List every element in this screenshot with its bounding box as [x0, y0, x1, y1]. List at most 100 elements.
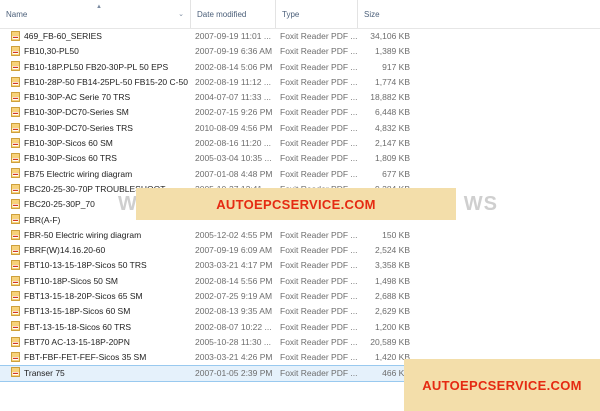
file-row[interactable]: FB10,30-PL50 2007-09-19 6:36 AM Foxit Read…: [0, 44, 600, 59]
file-type: Foxit Reader PDF ...: [280, 153, 358, 164]
file-row[interactable]: FBT13-15-18P-Sicos 60 SM 2002-08-13 9:35 …: [0, 304, 600, 319]
file-size: 2,524 KB: [375, 245, 410, 256]
column-name-label: Name: [6, 10, 28, 19]
pdf-file-icon: [11, 245, 20, 255]
file-size: 2,147 KB: [375, 138, 410, 149]
file-row[interactable]: FBT70 AC-13-15-18P-20PN 2005-10-28 11:30 …: [0, 335, 600, 350]
file-date: 2002-08-14 5:06 PM: [195, 61, 273, 72]
pdf-file-icon: [11, 46, 20, 56]
file-name: FB75 Electric wiring diagram: [24, 168, 133, 179]
pdf-file-icon: [11, 107, 20, 118]
file-row[interactable]: FBT13-15-18-20P-Sicos 65 SM 2002-07-25 9:…: [0, 289, 600, 304]
file-row[interactable]: FB10-18P.PL50 FB20-30P-PL 50 EPS 2002-08-…: [0, 60, 600, 75]
file-name-cell: FB10-30P-Sicos 60 TRS: [11, 151, 189, 166]
file-size: 1,420 KB: [375, 352, 410, 363]
file-name: FB10-28P-50 FB14-25PL-50 FB15-20 C-50 ..…: [24, 76, 189, 87]
file-name-cell: FB75 Electric wiring diagram: [11, 167, 189, 182]
chevron-down-icon[interactable]: ⌄: [178, 0, 184, 30]
pdf-file-icon: [11, 137, 20, 148]
file-name-cell: FB10-30P-DC70-Series TRS: [11, 121, 189, 136]
file-name-cell: FBT-13-15-18-Sicos 60 TRS: [11, 320, 189, 335]
file-type: Foxit Reader PDF ...: [280, 107, 358, 118]
file-row[interactable]: FB10-30P-Sicos 60 TRS 2005-03-04 10:35 ..…: [0, 151, 600, 166]
file-date: 2002-07-25 9:19 AM: [195, 291, 273, 302]
file-type: Foxit Reader PDF ...: [280, 92, 358, 103]
file-row[interactable]: FBR-50 Electric wiring diagram 2005-12-02…: [0, 228, 600, 243]
file-date: 2002-08-14 5:56 PM: [195, 275, 273, 286]
file-type: Foxit Reader PDF ...: [280, 46, 358, 57]
file-name: FB10-18P.PL50 FB20-30P-PL 50 EPS: [24, 61, 169, 72]
pdf-file-icon: [11, 122, 20, 133]
file-date: 2003-03-21 4:17 PM: [195, 260, 273, 271]
file-date: 2007-09-19 11:01 ...: [195, 31, 271, 41]
file-size: 1,200 KB: [375, 321, 410, 332]
file-date: 2002-08-19 11:12 ...: [195, 76, 271, 87]
file-type: Foxit Reader PDF ...: [280, 321, 358, 332]
file-row[interactable]: FB75 Electric wiring diagram 2007-01-08 4…: [0, 167, 600, 182]
file-type: Foxit Reader PDF ...: [280, 245, 358, 256]
file-name: FB10-30P-DC70-Series SM: [24, 107, 129, 118]
pdf-file-icon: [11, 168, 20, 179]
file-row[interactable]: FB10-30P-DC70-Series SM 2002-07-15 9:26 P…: [0, 105, 600, 120]
file-name: FBT10-18P-Sicos 50 SM: [24, 275, 119, 286]
file-type: Foxit Reader PDF ...: [280, 76, 358, 87]
file-size: 150 KB: [382, 229, 410, 240]
file-size: 1,498 KB: [375, 275, 410, 286]
file-size: 18,882 KB: [370, 92, 410, 103]
column-header-name[interactable]: Name ▲ ⌄: [0, 0, 190, 28]
file-row[interactable]: FBT-13-15-18-Sicos 60 TRS 2002-08-07 10:2…: [0, 320, 600, 335]
pdf-file-icon: [11, 275, 20, 286]
file-row[interactable]: FBT10-13-15-18P-Sicos 50 TRS 2003-03-21 4…: [0, 258, 600, 273]
column-header-type[interactable]: Type: [275, 0, 357, 28]
column-type-label: Type: [282, 10, 300, 19]
pdf-file-icon: [11, 214, 20, 225]
file-size: 466 KB: [382, 367, 410, 378]
file-row[interactable]: 469_FB-60_SERIES 2007-09-19 11:01 ... Foxi…: [0, 29, 600, 44]
pdf-file-icon: [11, 352, 20, 362]
file-type: Foxit Reader PDF ...: [280, 306, 358, 317]
file-name-cell: FB10-18P.PL50 FB20-30P-PL 50 EPS: [11, 60, 189, 75]
file-type: Foxit Reader PDF ...: [280, 260, 358, 271]
file-name-cell: FBT13-15-18-20P-Sicos 65 SM: [11, 289, 189, 304]
pdf-file-icon: [11, 260, 20, 271]
file-name: FBC20-25-30P_70: [24, 199, 95, 210]
file-name: Transer 75: [24, 367, 65, 378]
file-date: 2005-12-02 4:55 PM: [195, 229, 273, 240]
file-size: 20,589 KB: [370, 336, 410, 347]
file-type: Foxit Reader PDF ...: [280, 291, 358, 302]
file-size: 34,106 KB: [370, 31, 410, 41]
file-name: FBT-FBF-FET-FEF-Sicos 35 SM: [24, 352, 147, 363]
pdf-file-icon: [11, 199, 20, 209]
file-name: FBR(A-F): [24, 214, 61, 225]
promo-banner-text: AUTOEPCSERVICE.COM: [216, 196, 376, 212]
file-type: Foxit Reader PDF ...: [280, 336, 358, 347]
file-date: 2002-08-13 9:35 AM: [195, 306, 273, 317]
file-type: Foxit Reader PDF ...: [280, 168, 358, 179]
column-header-size[interactable]: Size: [357, 0, 417, 28]
column-size-label: Size: [364, 10, 380, 19]
file-size: 3,358 KB: [375, 260, 410, 271]
file-date: 2005-03-04 10:35 ...: [195, 153, 272, 164]
file-row[interactable]: FB10-30P-AC Serie 70 TRS 2004-07-07 11:33…: [0, 90, 600, 105]
file-row[interactable]: FB10-30P-Sicos 60 SM 2002-08-16 11:20 ...…: [0, 136, 600, 151]
pdf-file-icon: [11, 76, 20, 87]
file-name: 469_FB-60_SERIES: [24, 31, 102, 41]
file-name: FBR-50 Electric wiring diagram: [24, 229, 142, 240]
file-name: FBT70 AC-13-15-18P-20PN: [24, 336, 130, 347]
pdf-file-icon: [11, 229, 20, 240]
pdf-file-icon: [11, 30, 20, 41]
pdf-file-icon: [11, 367, 20, 378]
file-row[interactable]: FB10-28P-50 FB14-25PL-50 FB15-20 C-50 ..…: [0, 75, 600, 90]
column-header-date[interactable]: Date modified: [190, 0, 275, 28]
file-type: Foxit Reader PDF ...: [280, 229, 358, 240]
file-row[interactable]: FB10-30P-DC70-Series TRS 2010-08-09 4:56 …: [0, 121, 600, 136]
file-name: FBRF(W)14.16.20-60: [24, 245, 106, 256]
file-name-cell: FB10,30-PL50: [11, 44, 189, 59]
file-date: 2002-07-15 9:26 PM: [195, 107, 273, 118]
file-row[interactable]: FBT10-18P-Sicos 50 SM 2002-08-14 5:56 PM F…: [0, 274, 600, 289]
file-size: 917 KB: [382, 61, 410, 72]
file-date: 2004-07-07 11:33 ...: [195, 92, 271, 103]
file-row[interactable]: FBRF(W)14.16.20-60 2007-09-19 6:09 AM Foxi…: [0, 243, 600, 258]
pdf-file-icon: [11, 306, 20, 316]
sort-up-icon: ▲: [96, 4, 102, 10]
